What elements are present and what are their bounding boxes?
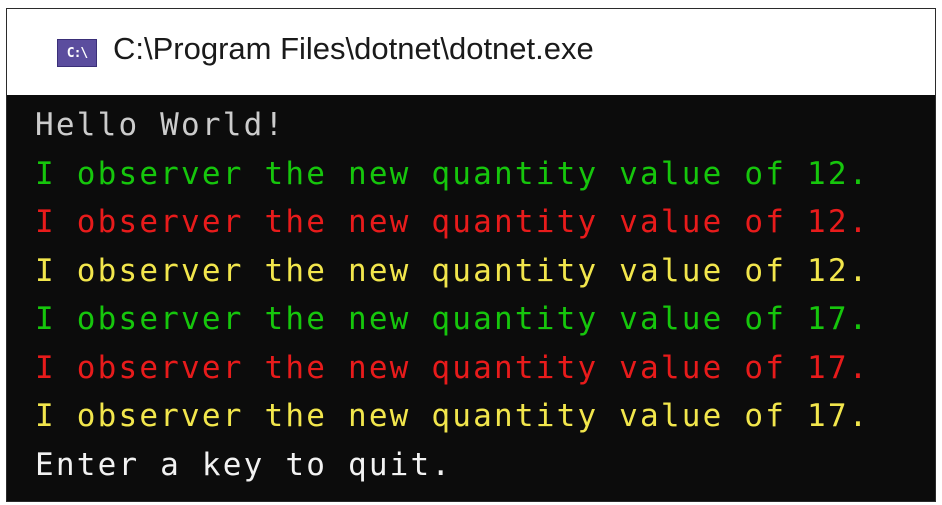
console-line: I observer the new quantity value of 12. [35, 204, 870, 240]
console-line: I observer the new quantity value of 17. [35, 398, 870, 434]
console-app-icon-glyph: C:\ [66, 45, 89, 61]
title-bar[interactable]: C:\ C:\Program Files\dotnet\dotnet.exe [7, 9, 935, 95]
console-app-icon: C:\ [57, 39, 97, 67]
console-line: Hello World! [35, 107, 286, 143]
console-line: I observer the new quantity value of 12. [35, 252, 870, 289]
console-window: C:\ C:\Program Files\dotnet\dotnet.exe H… [6, 8, 936, 502]
console-line: I observer the new quantity value of 17. [35, 301, 870, 337]
console-line: I observer the new quantity value of 17. [35, 349, 870, 386]
console-output[interactable]: Hello World! I observer the new quantity… [7, 95, 935, 501]
console-line: I observer the new quantity value of 12. [35, 155, 870, 192]
window-title: C:\Program Files\dotnet\dotnet.exe [113, 31, 594, 66]
console-prompt-line: Enter a key to quit. [35, 446, 453, 483]
